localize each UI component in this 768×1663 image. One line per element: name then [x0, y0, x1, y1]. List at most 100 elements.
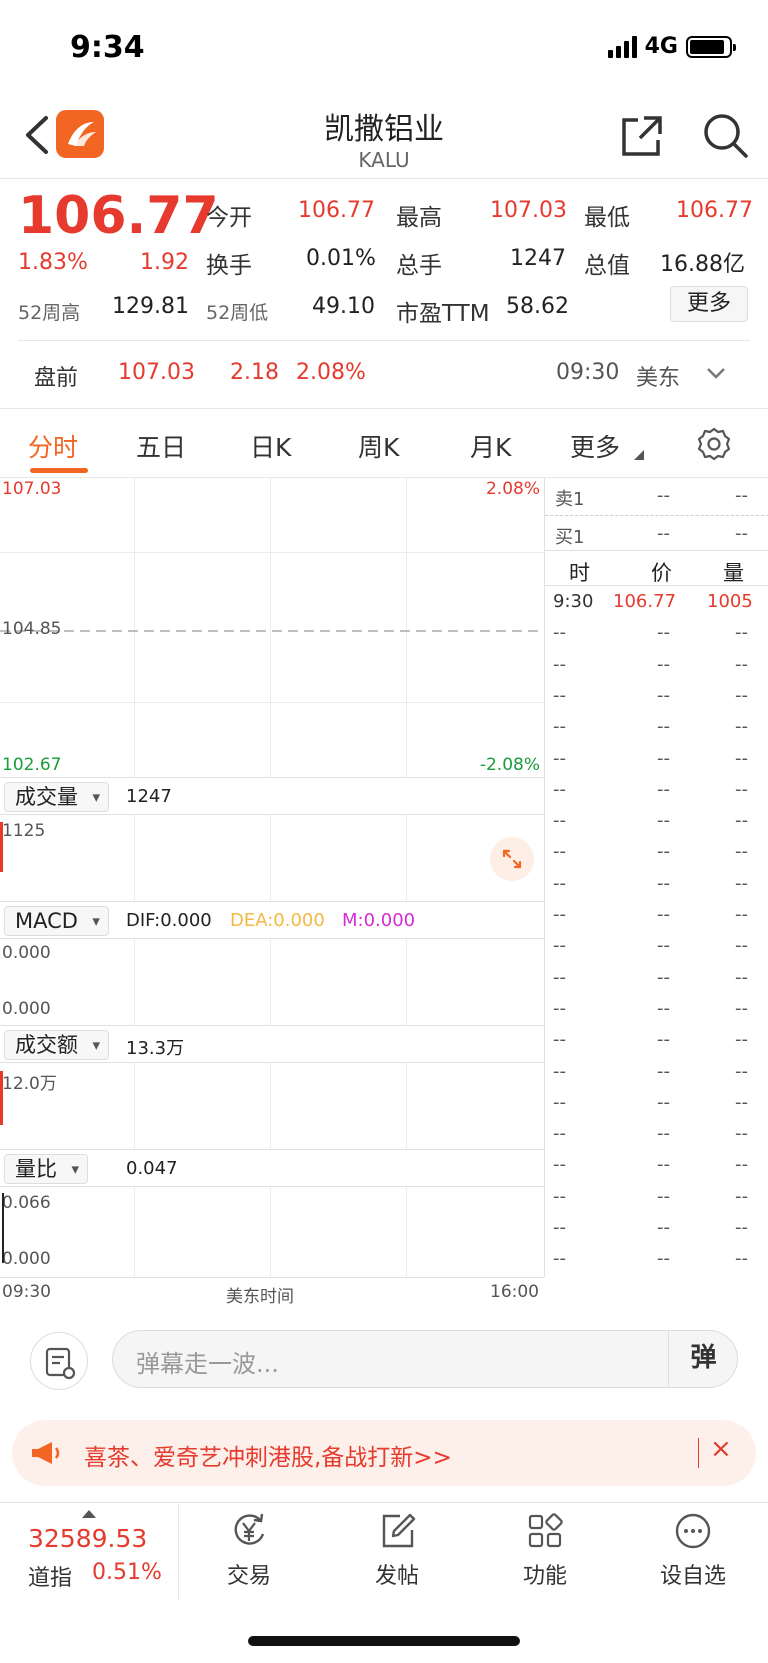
tab-monthly-k[interactable]: 月K: [470, 428, 511, 464]
trade-price: --: [657, 622, 670, 644]
trade-price: --: [657, 997, 670, 1019]
trade-time: --: [553, 622, 566, 644]
macd-indicator-select[interactable]: MACD: [4, 906, 109, 936]
time-axis-label: 美东时间: [226, 1287, 294, 1307]
trade-price: --: [657, 747, 670, 769]
macd-dea: DEA:0.000: [230, 910, 325, 931]
amount-indicator-select[interactable]: 成交额: [4, 1030, 109, 1060]
nav-post[interactable]: 发帖: [332, 1510, 462, 1590]
nav-functions[interactable]: 功能: [480, 1510, 610, 1590]
network-type: 4G: [644, 34, 678, 59]
mktcap-label: 总值: [584, 253, 630, 279]
promo-banner-text[interactable]: 喜茶、爱奇艺冲刺港股,备战打新>>: [84, 1438, 452, 1472]
grid-apps-icon: [528, 1513, 563, 1548]
trade-volume: --: [735, 1154, 748, 1176]
amount-panel-header: 成交额 13.3万: [0, 1025, 544, 1063]
tab-five-day[interactable]: 五日: [136, 428, 186, 464]
tab-intraday[interactable]: 分时: [28, 428, 78, 464]
trades-header: 时 价 量: [545, 553, 768, 585]
macd-axis-top: 0.000: [2, 943, 51, 963]
trade-price: --: [657, 1154, 670, 1176]
book-dashed-divider: [545, 515, 768, 516]
danmu-toggle-button[interactable]: 弹: [668, 1330, 738, 1388]
active-tab-indicator: [30, 468, 88, 473]
banner-close-icon[interactable]: ×: [710, 1434, 732, 1464]
tab-more[interactable]: 更多: [570, 428, 620, 464]
low-value: 106.77: [676, 198, 753, 223]
trade-time: --: [553, 1060, 566, 1082]
trade-time: --: [553, 841, 566, 863]
trade-volume: --: [735, 1185, 748, 1207]
trade-volume: --: [735, 622, 748, 644]
trade-time: --: [553, 1123, 566, 1145]
amount-panel-value: 13.3万: [126, 1038, 185, 1059]
home-indicator: [248, 1636, 520, 1646]
high-value: 107.03: [490, 198, 567, 223]
nav-watchlist[interactable]: 设自选: [628, 1510, 758, 1590]
pct-axis-top: 2.08%: [485, 479, 540, 499]
battery-icon: [686, 35, 736, 58]
index-up-arrow-icon: [82, 1510, 96, 1518]
trade-time: --: [553, 684, 566, 706]
nav-watchlist-label: 设自选: [659, 1564, 726, 1589]
amount-axis: 12.0万: [2, 1074, 57, 1094]
buy1-price: --: [657, 523, 670, 544]
more-quote-button[interactable]: 更多: [670, 286, 748, 322]
premarket-time: 09:30: [556, 360, 620, 385]
nav-trade[interactable]: 交易: [184, 1510, 314, 1590]
price-axis-mid: 104.85: [2, 619, 62, 639]
pe-label: 市盈TTM: [396, 301, 490, 327]
trade-price: --: [657, 966, 670, 988]
nav-post-label: 发帖: [374, 1564, 419, 1589]
expand-chart-button[interactable]: [490, 837, 534, 881]
sell1-label: 卖1: [555, 489, 585, 510]
volume-label: 总手: [396, 253, 442, 279]
trade-time: --: [553, 1217, 566, 1238]
low-label: 最低: [584, 205, 630, 231]
trade-volume: --: [735, 935, 748, 957]
trade-volume: --: [735, 810, 748, 832]
trade-volume: --: [735, 966, 748, 988]
chevron-down-icon[interactable]: [706, 366, 726, 380]
share-icon[interactable]: [618, 112, 666, 160]
ratio-panel-header: 量比 0.047: [0, 1149, 544, 1187]
trade-price: --: [657, 841, 670, 863]
high-label: 最高: [396, 205, 442, 231]
ratio-indicator-select[interactable]: 量比: [4, 1154, 88, 1184]
volume-indicator-select[interactable]: 成交量: [4, 782, 109, 812]
trade-row: -- -- --: [545, 1213, 768, 1244]
danmu-list-icon: [45, 1347, 76, 1380]
trade-row: -- -- --: [545, 1088, 768, 1119]
trade-time: --: [553, 935, 566, 957]
w52high-label: 52周高: [18, 302, 81, 324]
index-ticker[interactable]: 32589.53 道指 0.51%: [0, 1504, 178, 1614]
trade-volume: --: [735, 653, 748, 675]
trade-volume: --: [735, 1029, 748, 1051]
trade-volume: --: [735, 1060, 748, 1082]
danmu-settings-button[interactable]: [30, 1332, 88, 1390]
trade-volume: 1005: [707, 591, 753, 612]
trades-divider: [545, 585, 768, 586]
intraday-chart[interactable]: 107.03 2.08% 104.85 102.67 -2.08% 成交量 12…: [0, 477, 544, 1277]
search-icon[interactable]: [700, 110, 750, 160]
trade-volume: --: [735, 1217, 748, 1238]
trade-time: --: [553, 1154, 566, 1176]
w52low-label: 52周低: [206, 302, 269, 324]
buy1-volume: --: [735, 523, 748, 544]
nav-divider: [178, 1504, 179, 1600]
settings-gear-icon[interactable]: [696, 426, 732, 462]
trade-time: --: [553, 1029, 566, 1051]
trade-time: --: [553, 904, 566, 925]
nav-trade-label: 交易: [226, 1564, 271, 1589]
trade-volume: --: [735, 1123, 748, 1145]
tab-daily-k[interactable]: 日K: [250, 428, 291, 464]
trade-price: --: [657, 1123, 670, 1145]
trade-row: -- -- --: [545, 681, 768, 712]
open-label: 今开: [206, 205, 252, 231]
trade-time: --: [553, 966, 566, 988]
time-axis-start: 09:30: [2, 1282, 51, 1302]
trade-row: -- -- --: [545, 1057, 768, 1088]
pct-axis-bottom: -2.08%: [479, 755, 540, 775]
trade-time: --: [553, 778, 566, 800]
tab-weekly-k[interactable]: 周K: [358, 428, 399, 464]
